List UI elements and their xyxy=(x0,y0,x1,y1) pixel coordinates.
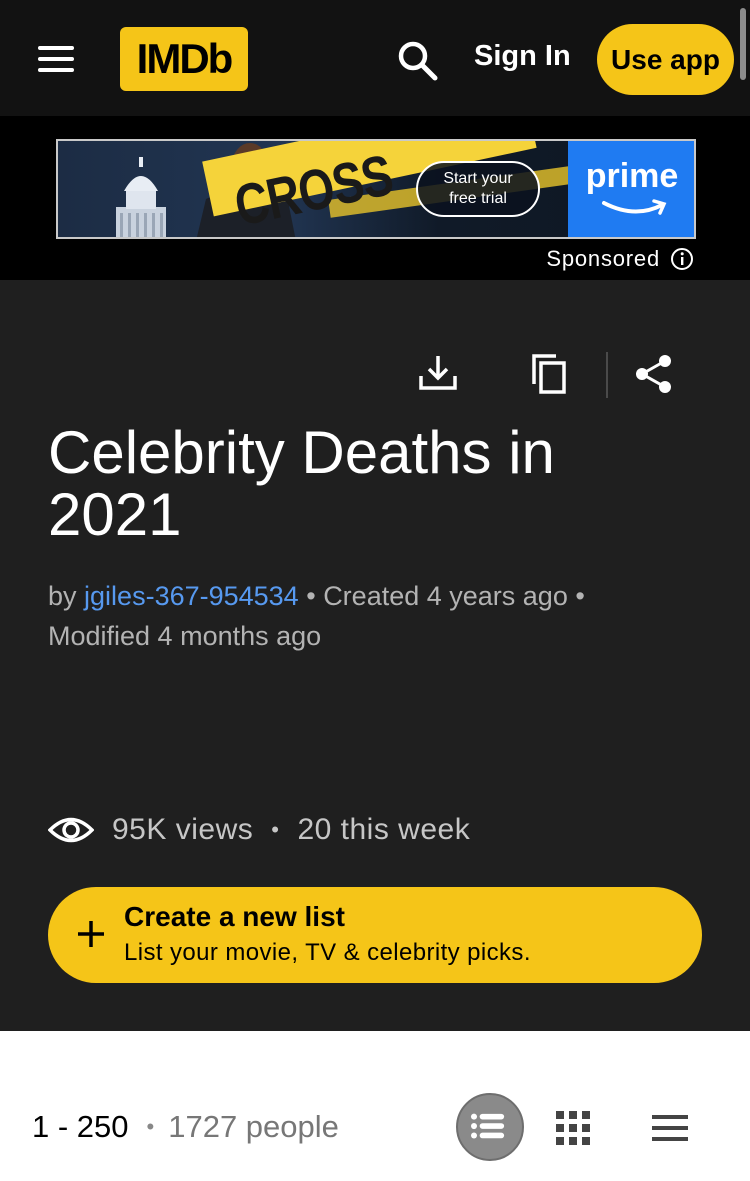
menu-icon[interactable] xyxy=(36,42,76,76)
banner-cta-line2: free trial xyxy=(449,190,507,207)
sponsored-banner[interactable]: CROSS Start your free trial prime xyxy=(56,139,696,239)
scrollbar-thumb[interactable] xyxy=(740,8,746,80)
results-count: 1727 people xyxy=(168,1109,339,1144)
download-icon[interactable] xyxy=(416,350,460,394)
meta-separator: • xyxy=(575,581,585,611)
info-icon[interactable] xyxy=(670,247,694,271)
create-list-button[interactable]: Create a new list List your movie, TV & … xyxy=(48,887,702,983)
eye-icon xyxy=(48,817,94,843)
views-separator: • xyxy=(271,817,280,842)
grid-view-icon[interactable] xyxy=(556,1111,590,1145)
detailed-view-icon xyxy=(470,1113,505,1139)
page-title: Celebrity Deaths in 2021 xyxy=(48,419,555,548)
top-navigation-bar: IMDb Sign In Use app xyxy=(0,0,750,116)
list-toolbar: 1 - 250 • 1727 people xyxy=(0,1031,750,1181)
use-app-button[interactable]: Use app xyxy=(597,24,734,95)
create-list-title: Create a new list xyxy=(124,901,345,932)
prime-wordmark: prime xyxy=(585,157,679,195)
by-prefix: by xyxy=(48,581,77,611)
compact-view-icon[interactable] xyxy=(650,1113,690,1143)
author-link[interactable]: jgiles-367-954534 xyxy=(84,581,299,611)
list-header-section: Celebrity Deaths in 2021 by jgiles-367-9… xyxy=(0,280,750,1031)
modified-date: Modified 4 months ago xyxy=(48,621,322,651)
ad-area: CROSS Start your free trial prime Sponso… xyxy=(0,116,750,280)
copy-icon[interactable] xyxy=(526,350,572,396)
weekly-views: 20 this week xyxy=(297,813,471,846)
list-meta: by jgiles-367-954534 • Created 4 years a… xyxy=(48,576,708,656)
share-icon[interactable] xyxy=(632,352,676,396)
prime-logo: prime xyxy=(568,141,694,237)
sign-in-button[interactable]: Sign In xyxy=(474,40,571,73)
imdb-logo[interactable]: IMDb xyxy=(120,27,248,91)
banner-cta-button[interactable]: Start your free trial xyxy=(416,161,540,217)
view-stats: 95K views • 20 this week xyxy=(48,810,470,850)
plus-icon xyxy=(78,921,104,947)
prime-smile-icon xyxy=(602,199,667,215)
search-icon[interactable] xyxy=(395,38,439,82)
detailed-view-button[interactable] xyxy=(456,1093,524,1161)
results-summary: 1 - 250 • 1727 people xyxy=(32,1109,339,1145)
sponsored-label[interactable]: Sponsored xyxy=(546,246,694,272)
actions-divider xyxy=(606,352,608,398)
banner-cta-line1: Start your xyxy=(443,170,513,187)
capitol-building-image xyxy=(116,157,166,237)
results-range: 1 - 250 xyxy=(32,1109,129,1144)
create-list-subtitle: List your movie, TV & celebrity picks. xyxy=(124,939,531,966)
sponsored-text: Sponsored xyxy=(546,246,660,271)
list-actions xyxy=(0,350,750,400)
created-date: Created 4 years ago xyxy=(323,581,568,611)
total-views: 95K views xyxy=(112,813,254,846)
results-separator: • xyxy=(146,1114,155,1139)
meta-separator: • xyxy=(306,581,316,611)
